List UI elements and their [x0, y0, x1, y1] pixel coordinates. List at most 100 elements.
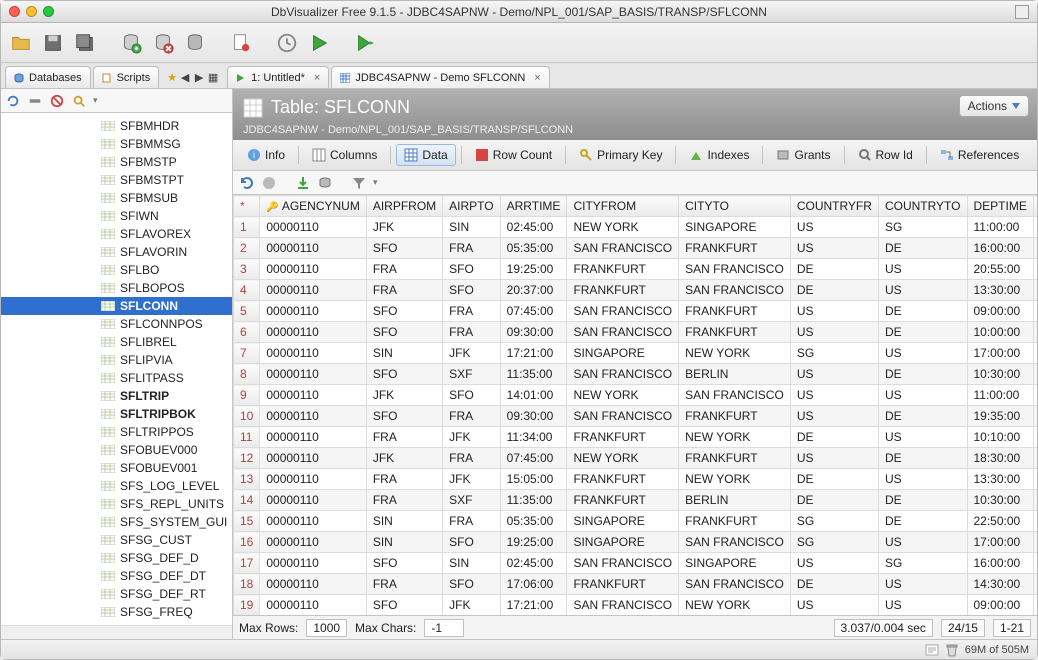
- row-number-cell[interactable]: 3: [234, 259, 260, 280]
- data-cell[interactable]: DE: [878, 301, 967, 322]
- row-number-cell[interactable]: 16: [234, 532, 260, 553]
- data-cell[interactable]: 00000110: [260, 259, 366, 280]
- table-row[interactable]: 700000110SINJFK17:21:00SINGAPORENEW YORK…: [234, 343, 1038, 364]
- table-row[interactable]: 500000110SFOFRA07:45:00SAN FRANCISCOFRAN…: [234, 301, 1038, 322]
- column-header[interactable]: CITYTO: [679, 196, 791, 217]
- row-number-cell[interactable]: 19: [234, 595, 260, 616]
- data-cell[interactable]: 18:30:00: [967, 448, 1033, 469]
- data-cell[interactable]: FRA: [443, 511, 500, 532]
- data-cell[interactable]: 19:35:00: [967, 406, 1033, 427]
- tree-item[interactable]: SFBMSTP: [1, 153, 232, 171]
- data-cell[interactable]: FRANKFURT: [679, 238, 791, 259]
- data-cell[interactable]: SFO: [366, 406, 442, 427]
- export-grid-button[interactable]: [295, 175, 311, 191]
- data-cell[interactable]: JFK: [443, 595, 500, 616]
- grid-options-button[interactable]: [317, 175, 333, 191]
- data-cell[interactable]: SINGAPORE: [567, 532, 679, 553]
- data-cell[interactable]: 02:45:00: [500, 553, 567, 574]
- table-row[interactable]: 800000110SFOSXF11:35:00SAN FRANCISCOBERL…: [234, 364, 1038, 385]
- data-cell[interactable]: 00000110: [260, 511, 366, 532]
- vtab-rowid[interactable]: Row Id: [850, 144, 921, 166]
- data-cell[interactable]: 00000110: [260, 322, 366, 343]
- row-number-cell[interactable]: 15: [234, 511, 260, 532]
- row-number-cell[interactable]: 13: [234, 469, 260, 490]
- data-cell[interactable]: US: [790, 385, 878, 406]
- data-cell[interactable]: 11:34:00: [500, 427, 567, 448]
- data-cell[interactable]: 05:35:00: [500, 511, 567, 532]
- data-cell[interactable]: SG: [790, 343, 878, 364]
- table-row[interactable]: 300000110FRASFO19:25:00FRANKFURTSAN FRAN…: [234, 259, 1038, 280]
- data-cell[interactable]: 14:01:00: [500, 385, 567, 406]
- data-cell[interactable]: SAN FRANCISCO: [567, 322, 679, 343]
- table-row[interactable]: 1600000110SINSFO19:25:00SINGAPORESAN FRA…: [234, 532, 1038, 553]
- data-cell[interactable]: DE: [878, 238, 967, 259]
- data-cell[interactable]: 19:25:00: [500, 259, 567, 280]
- data-cell[interactable]: SG: [878, 553, 967, 574]
- tree-item[interactable]: SFS_REPL_UNITS: [1, 495, 232, 513]
- row-number-cell[interactable]: 12: [234, 448, 260, 469]
- data-cell[interactable]: US: [790, 301, 878, 322]
- data-cell[interactable]: SIN: [366, 532, 442, 553]
- data-cell[interactable]: JFK: [366, 448, 442, 469]
- table-row[interactable]: 1300000110FRAJFK15:05:00FRANKFURTNEW YOR…: [234, 469, 1038, 490]
- tree-item[interactable]: SFLCONN: [1, 297, 232, 315]
- data-cell[interactable]: 00000110: [260, 490, 366, 511]
- data-cell[interactable]: 00000110: [260, 364, 366, 385]
- tree-item[interactable]: SFS_LOG_LEVEL: [1, 477, 232, 495]
- data-cell[interactable]: SFO: [443, 259, 500, 280]
- table-row[interactable]: 600000110SFOFRA09:30:00SAN FRANCISCOFRAN…: [234, 322, 1038, 343]
- data-cell[interactable]: BERLIN: [679, 364, 791, 385]
- data-cell[interactable]: 14:30:00: [967, 574, 1033, 595]
- row-number-cell[interactable]: 1: [234, 217, 260, 238]
- data-cell[interactable]: NEW YORK: [567, 448, 679, 469]
- data-cell[interactable]: FRANKFURT: [567, 259, 679, 280]
- data-cell[interactable]: NEW YORK: [679, 427, 791, 448]
- vtab-indexes[interactable]: Indexes: [681, 144, 757, 166]
- row-number-cell[interactable]: 11: [234, 427, 260, 448]
- tab-prev-button[interactable]: ◀: [179, 71, 191, 84]
- connect-db-button[interactable]: [117, 29, 145, 57]
- data-cell[interactable]: 22:50:00: [967, 511, 1033, 532]
- data-cell[interactable]: 17:06:00: [500, 574, 567, 595]
- max-rows-input[interactable]: 1000: [306, 619, 347, 637]
- vtab-grants[interactable]: Grants: [768, 144, 838, 166]
- table-row[interactable]: 1900000110SFOJFK17:21:00SAN FRANCISCONEW…: [234, 595, 1038, 616]
- refresh-tree-button[interactable]: [5, 93, 21, 109]
- editor-tab[interactable]: 1: Untitled*×: [227, 66, 329, 88]
- data-cell[interactable]: FRA: [366, 574, 442, 595]
- data-cell[interactable]: FRA: [443, 301, 500, 322]
- data-cell[interactable]: 00000110: [260, 301, 366, 322]
- data-cell[interactable]: DE: [878, 490, 967, 511]
- data-cell[interactable]: 10:30:00: [967, 364, 1033, 385]
- row-number-cell[interactable]: 5: [234, 301, 260, 322]
- tree-item[interactable]: SFLTRIPPOS: [1, 423, 232, 441]
- sidebar-tab-databases[interactable]: Databases: [5, 66, 91, 88]
- row-number-cell[interactable]: 17: [234, 553, 260, 574]
- data-cell[interactable]: FRA: [366, 280, 442, 301]
- column-header[interactable]: COUNTRYFR: [790, 196, 878, 217]
- data-cell[interactable]: US: [790, 322, 878, 343]
- data-cell[interactable]: US: [878, 574, 967, 595]
- row-number-cell[interactable]: 4: [234, 280, 260, 301]
- data-cell[interactable]: 00000110: [260, 238, 366, 259]
- sidebar-tab-scripts[interactable]: Scripts: [93, 66, 160, 88]
- run-script-button[interactable]: [351, 29, 379, 57]
- favorite-icon[interactable]: ★: [167, 71, 177, 84]
- data-cell[interactable]: SG: [878, 217, 967, 238]
- tree-item[interactable]: SFSG_CUST: [1, 531, 232, 549]
- data-cell[interactable]: 11:00:00: [967, 385, 1033, 406]
- vtab-rowcount[interactable]: Row Count: [467, 144, 560, 166]
- table-row[interactable]: 1700000110SFOSIN02:45:00SAN FRANCISCOSIN…: [234, 553, 1038, 574]
- data-cell[interactable]: DE: [790, 427, 878, 448]
- column-header[interactable]: COUNTRYTO: [878, 196, 967, 217]
- data-cell[interactable]: BERLIN: [679, 490, 791, 511]
- data-cell[interactable]: SAN FRANCISCO: [567, 595, 679, 616]
- data-cell[interactable]: FRANKFURT: [679, 301, 791, 322]
- data-cell[interactable]: SG: [790, 511, 878, 532]
- row-number-cell[interactable]: 18: [234, 574, 260, 595]
- data-cell[interactable]: 13:30:00: [967, 469, 1033, 490]
- data-cell[interactable]: US: [790, 217, 878, 238]
- tree-item[interactable]: SFSG_FREQ: [1, 603, 232, 621]
- data-cell[interactable]: 00000110: [260, 385, 366, 406]
- data-cell[interactable]: 13:30:00: [967, 280, 1033, 301]
